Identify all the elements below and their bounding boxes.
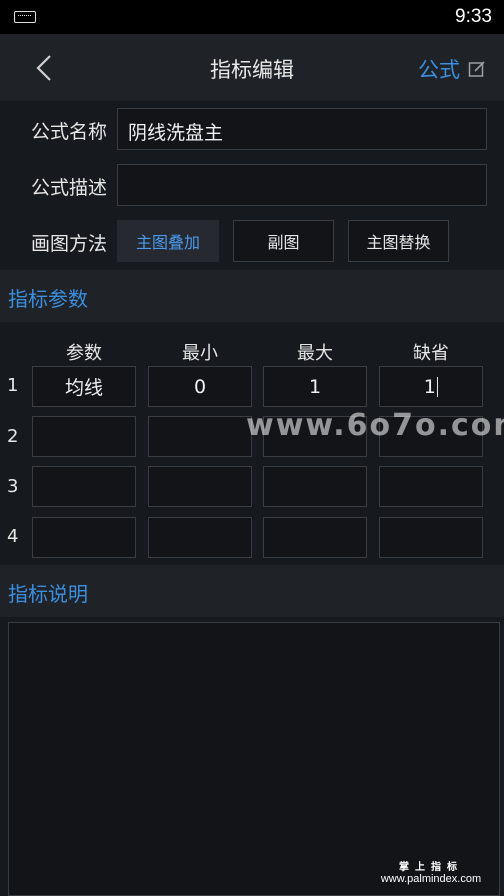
chevron-left-icon: [36, 55, 51, 81]
site-watermark: www.6o7o.com: [246, 408, 504, 443]
draw-main-overlay-button[interactable]: 主图叠加: [117, 220, 219, 262]
param-default-cell[interactable]: 1: [379, 366, 483, 407]
col-header-param: 参数: [66, 343, 102, 364]
param-min-cell[interactable]: [148, 517, 252, 558]
formula-desc-label: 公式描述: [31, 177, 108, 199]
formula-name-label: 公式名称: [31, 121, 108, 143]
formula-button[interactable]: 公式: [418, 54, 486, 84]
row-number: 2: [7, 426, 19, 447]
col-header-default: 缺省: [413, 343, 449, 364]
draw-main-replace-button[interactable]: 主图替换: [348, 220, 449, 262]
param-name-cell[interactable]: [32, 466, 136, 507]
col-header-max: 最大: [297, 343, 333, 364]
param-name-cell[interactable]: 均线: [32, 366, 136, 407]
explain-section-title: 指标说明: [0, 565, 504, 617]
param-name-cell[interactable]: [32, 517, 136, 558]
text-caret: [436, 376, 439, 397]
param-min-cell[interactable]: 0: [148, 366, 252, 407]
param-min-cell[interactable]: [148, 416, 252, 457]
status-bar: 9:33: [0, 0, 504, 34]
param-max-cell[interactable]: [263, 517, 367, 558]
param-min-cell[interactable]: [148, 466, 252, 507]
edit-icon: [468, 61, 485, 77]
status-time: 9:33: [455, 6, 492, 27]
formula-label: 公式: [418, 58, 460, 82]
formula-name-input[interactable]: 阴线洗盘主: [117, 108, 487, 150]
draw-method-label: 画图方法: [31, 233, 108, 255]
app-header: 指标编辑 公式: [0, 34, 504, 101]
param-name-cell[interactable]: [32, 416, 136, 457]
keyboard-icon: [14, 11, 36, 23]
param-default-cell[interactable]: [379, 517, 483, 558]
row-number: 4: [7, 526, 19, 547]
explain-textarea[interactable]: [8, 622, 500, 896]
brand-name: 掌上指标: [399, 862, 463, 873]
row-number: 1: [7, 375, 19, 396]
brand-watermark: 掌上指标 www.palmindex.com: [362, 858, 500, 885]
param-default-value: 1: [423, 375, 436, 398]
param-default-cell[interactable]: [379, 466, 483, 507]
formula-desc-input[interactable]: [117, 164, 487, 206]
col-header-min: 最小: [182, 343, 218, 364]
params-section-title: 指标参数: [0, 270, 504, 322]
param-max-cell[interactable]: 1: [263, 366, 367, 407]
brand-url: www.palmindex.com: [380, 873, 482, 885]
param-max-cell[interactable]: [263, 466, 367, 507]
row-number: 3: [7, 476, 19, 497]
draw-sub-chart-button[interactable]: 副图: [233, 220, 334, 262]
back-button[interactable]: [30, 53, 60, 83]
